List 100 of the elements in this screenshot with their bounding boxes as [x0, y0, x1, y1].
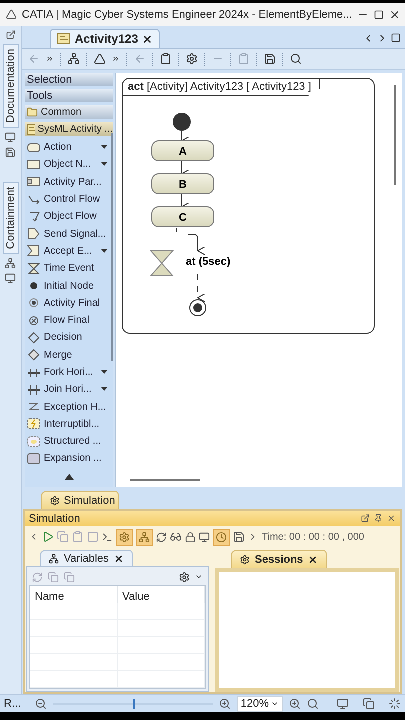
clipboard-icon[interactable] — [72, 531, 84, 543]
diamond-icon — [27, 349, 41, 362]
palette-item[interactable]: Object N... — [25, 156, 113, 174]
pin-icon[interactable] — [374, 514, 383, 523]
frame-title: act [Activity] Activity123 [ Activity123 ] — [122, 78, 320, 96]
maximize-icon[interactable] — [374, 10, 384, 20]
palette-item[interactable]: Merge — [25, 346, 113, 364]
editor-tab[interactable]: Activity123 — [50, 29, 160, 48]
settings-icon[interactable] — [179, 572, 190, 582]
expand-icon[interactable] — [6, 30, 16, 40]
diagram-icon — [27, 124, 35, 134]
zoom-in-icon[interactable] — [218, 698, 231, 710]
column-header[interactable]: Name — [30, 586, 118, 608]
caret-icon[interactable] — [101, 387, 108, 392]
caret-icon[interactable] — [101, 162, 108, 168]
more-icon[interactable] — [46, 55, 54, 63]
side-tab[interactable]: Containment — [2, 182, 18, 254]
circled-x-icon — [27, 314, 41, 327]
action-node: B — [152, 174, 214, 194]
palette-item[interactable]: Expansion ... — [25, 450, 113, 468]
palette-item[interactable]: Accept E... — [25, 242, 113, 260]
caret-icon[interactable] — [101, 145, 108, 150]
palette-item[interactable]: Exception H... — [25, 398, 113, 416]
window-title: CATIA | Magic Cyber Systems Engineer 2024x - ElementByEleme... — [22, 8, 352, 20]
spinner-icon[interactable] — [389, 698, 401, 710]
zoom-dropdown[interactable]: 120% — [236, 696, 283, 712]
triangle-icon[interactable] — [94, 53, 106, 65]
glasses-icon[interactable] — [170, 531, 182, 543]
action-node: C — [152, 206, 214, 228]
caret-icon[interactable] — [101, 370, 108, 375]
simulation-tab[interactable]: Simulation — [41, 491, 119, 509]
palette-item[interactable]: Structured ... — [25, 433, 113, 450]
palette-item[interactable]: Send Signal... — [25, 225, 113, 243]
clock-toggle[interactable] — [213, 528, 230, 546]
palette-item[interactable]: Decision — [25, 329, 113, 347]
palette-header[interactable]: Selection — [25, 73, 113, 86]
caret-icon[interactable] — [101, 248, 108, 254]
flow-arrow — [176, 228, 206, 256]
diamond-icon — [27, 332, 41, 344]
monitor-icon[interactable] — [199, 532, 210, 542]
tree-icon — [49, 554, 59, 564]
bullseye-icon — [27, 297, 41, 310]
column-header[interactable]: Value — [118, 586, 205, 608]
scrollbar[interactable] — [111, 133, 113, 361]
palette-item[interactable]: Time Event — [25, 260, 113, 278]
diagram-icon — [57, 33, 71, 45]
notched-shape-icon — [27, 245, 41, 258]
rounded-rectangle-icon — [27, 436, 41, 448]
search-icon[interactable] — [290, 53, 302, 65]
variables-tab[interactable]: Variables — [40, 550, 134, 566]
clipboard-icon[interactable] — [238, 53, 250, 65]
side-tab[interactable]: Documentation — [2, 44, 18, 128]
zoom-icon[interactable] — [307, 698, 319, 710]
palette-item[interactable]: Initial Node — [25, 277, 113, 295]
terminal-icon[interactable] — [102, 532, 113, 542]
settings-icon — [50, 496, 60, 506]
palette-group[interactable]: Common — [25, 105, 113, 119]
flow-arrow-icon — [27, 210, 41, 223]
palette-item[interactable]: Fork Hori... — [25, 364, 113, 382]
app-logo-icon — [6, 9, 17, 20]
clipboard-icon[interactable] — [160, 53, 172, 65]
caret-icon[interactable] — [195, 573, 203, 581]
zoom-icon[interactable] — [289, 698, 301, 710]
hourglass-icon — [27, 262, 41, 275]
palette-item[interactable]: Activity Par... — [25, 174, 113, 191]
rounded-rectangle-icon — [27, 142, 41, 154]
close-icon[interactable] — [389, 8, 402, 20]
palette-group[interactable]: SysML Activity ... — [25, 122, 113, 136]
scrollbar[interactable] — [394, 85, 396, 185]
scrollbar[interactable] — [130, 479, 200, 481]
save-icon[interactable] — [264, 53, 276, 65]
dashed-region-icon — [27, 418, 41, 430]
palette-item[interactable]: Control Flow — [25, 190, 113, 208]
sessions-tab[interactable]: Sessions — [231, 550, 328, 568]
settings-icon[interactable] — [186, 53, 198, 65]
zoom-out-icon[interactable] — [35, 698, 48, 710]
detach-icon[interactable] — [361, 514, 370, 523]
tree-icon[interactable] — [5, 258, 16, 270]
slider-thumb[interactable] — [132, 698, 135, 708]
palette-header[interactable]: Tools — [25, 89, 113, 102]
tree-icon[interactable] — [68, 53, 80, 65]
palette-item[interactable]: Activity Final — [25, 294, 113, 312]
play-icon[interactable] — [42, 531, 54, 543]
tree-toggle[interactable] — [136, 528, 153, 546]
final-node — [190, 300, 206, 316]
folder-icon — [27, 106, 38, 118]
palette-item[interactable]: Action — [25, 139, 113, 156]
palette-item[interactable]: Interruptibl... — [25, 416, 113, 434]
list-icon[interactable] — [391, 32, 401, 42]
close-icon[interactable] — [308, 554, 318, 564]
signal-shape-icon — [27, 228, 41, 240]
close-icon[interactable] — [114, 554, 124, 564]
monitor-icon[interactable] — [337, 698, 349, 710]
palette-item[interactable]: Object Flow — [25, 208, 113, 226]
lock-icon[interactable] — [185, 532, 196, 542]
palette-item[interactable]: Flow Final — [25, 312, 113, 330]
palette-item[interactable]: Join Hori... — [25, 381, 113, 398]
close-icon[interactable] — [142, 34, 154, 44]
more-icon[interactable] — [112, 55, 120, 63]
settings-toggle[interactable] — [116, 528, 133, 546]
